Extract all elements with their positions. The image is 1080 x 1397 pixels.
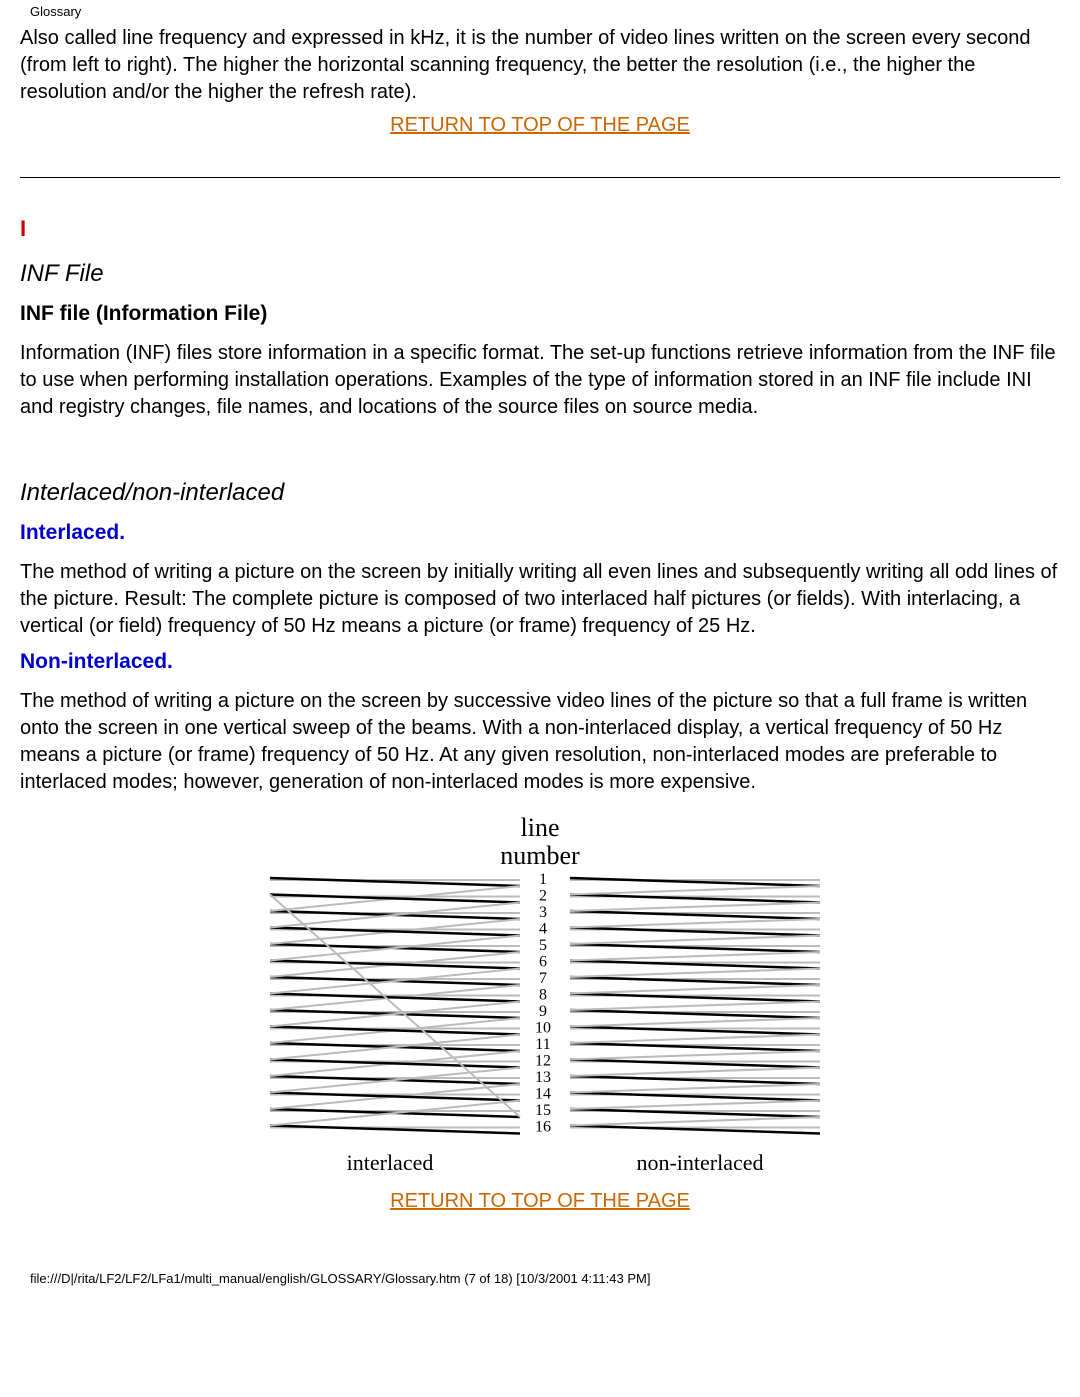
svg-text:10: 10 [535, 1020, 551, 1037]
interlaced-caption: interlaced [347, 1150, 434, 1175]
svg-text:2: 2 [539, 888, 547, 905]
svg-text:9: 9 [539, 1003, 547, 1020]
svg-text:11: 11 [535, 1036, 550, 1053]
inf-file-title: INF File [20, 260, 1060, 288]
svg-text:7: 7 [539, 970, 547, 987]
page-header: Glossary [20, 0, 1060, 23]
svg-text:16: 16 [535, 1119, 551, 1136]
noninterlaced-label: Non-interlaced. [20, 650, 1060, 674]
svg-text:1: 1 [539, 871, 547, 888]
svg-text:5: 5 [539, 937, 547, 954]
noninterlaced-caption: non-interlaced [636, 1150, 763, 1175]
interlaced-label: Interlaced. [20, 521, 1060, 545]
inf-file-subtitle: INF file (Information File) [20, 302, 1060, 326]
interlaced-title: Interlaced/non-interlaced [20, 479, 1060, 507]
section-letter: I [20, 216, 1060, 242]
intro-paragraph: Also called line frequency and expressed… [20, 25, 1060, 106]
inf-file-paragraph: Information (INF) files store informatio… [20, 340, 1060, 421]
interlace-diagram: line number 12345678910111213141516 inte… [20, 810, 1060, 1180]
noninterlaced-paragraph: The method of writing a picture on the s… [20, 688, 1060, 796]
footer-path: file:///D|/rita/LF2/LF2/LFa1/multi_manua… [20, 1221, 1060, 1296]
svg-text:14: 14 [535, 1086, 551, 1103]
svg-text:3: 3 [539, 904, 547, 921]
diagram-title-bottom: number [500, 841, 580, 870]
diagram-title-top: line [521, 813, 560, 842]
line-number-group: 12345678910111213141516 [535, 871, 551, 1136]
return-to-top-link[interactable]: RETURN TO TOP OF THE PAGE [20, 114, 1060, 137]
svg-text:12: 12 [535, 1053, 551, 1070]
interlaced-paragraph: The method of writing a picture on the s… [20, 559, 1060, 640]
svg-text:13: 13 [535, 1069, 551, 1086]
divider [20, 177, 1060, 178]
return-to-top-link-2[interactable]: RETURN TO TOP OF THE PAGE [20, 1190, 1060, 1213]
svg-text:15: 15 [535, 1102, 551, 1119]
svg-text:8: 8 [539, 987, 547, 1004]
svg-text:4: 4 [539, 921, 547, 938]
svg-text:6: 6 [539, 954, 547, 971]
